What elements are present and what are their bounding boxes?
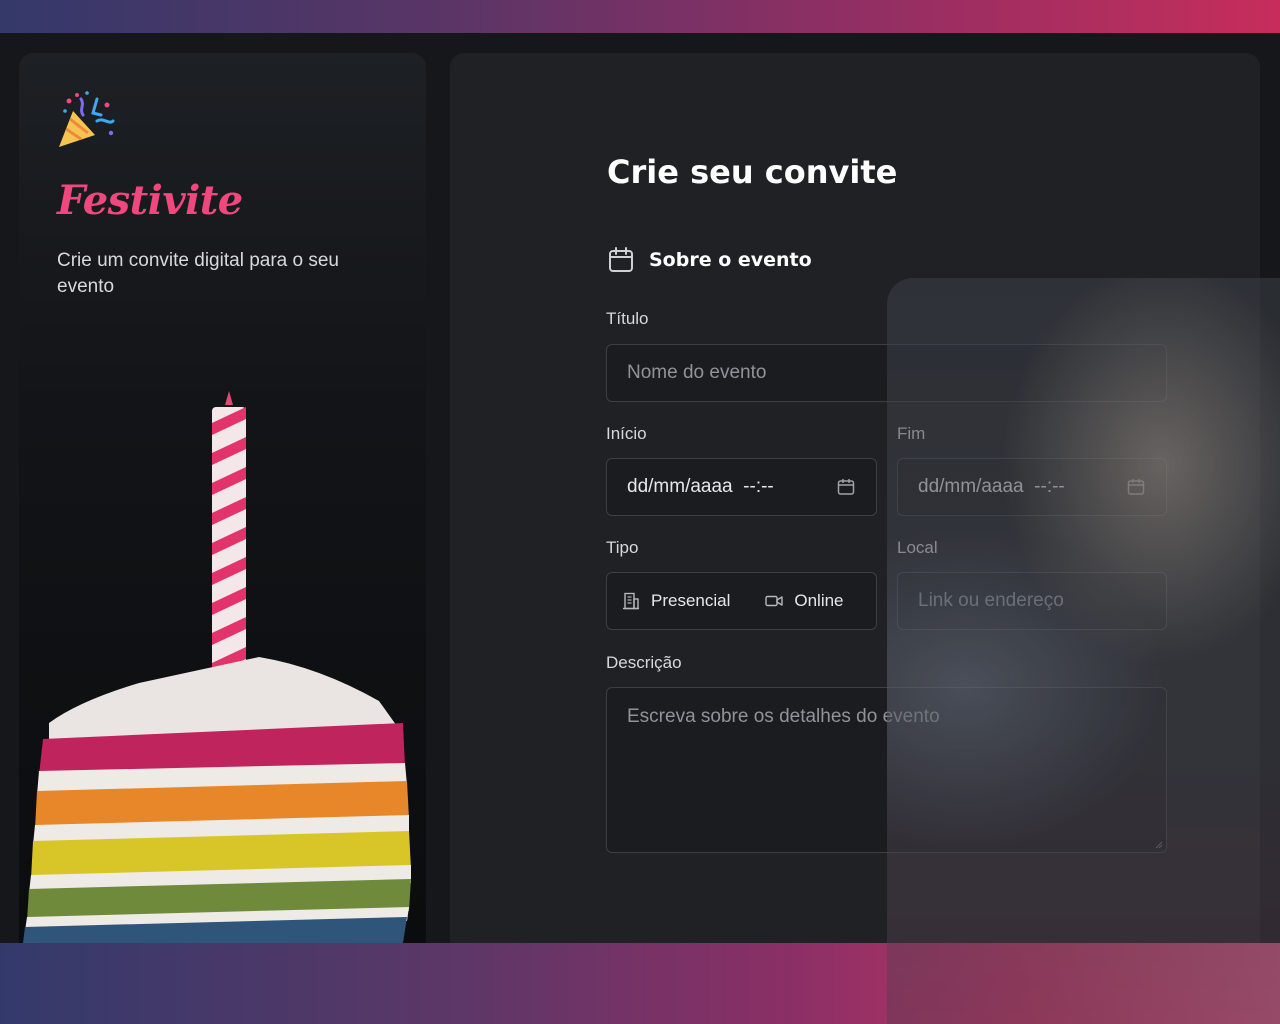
- brand-name: Festivite: [57, 177, 243, 224]
- section-header: Sobre o evento: [607, 246, 812, 274]
- bottom-gradient-bar: [0, 943, 1280, 1024]
- titulo-input[interactable]: Nome do evento: [606, 344, 1167, 402]
- descricao-textarea[interactable]: Escreva sobre os detalhes do evento: [606, 687, 1167, 853]
- inicio-datetime-input[interactable]: dd/mm/aaaa --:--: [606, 458, 877, 516]
- tipo-segmented-control: Presencial Online: [606, 572, 877, 630]
- building-icon: [623, 592, 639, 610]
- local-placeholder: Link ou endereço: [918, 590, 1064, 611]
- local-label: Local: [897, 538, 938, 557]
- top-gradient-bar: [0, 0, 1280, 33]
- tipo-option-online[interactable]: Online: [764, 591, 844, 611]
- inicio-label: Início: [606, 424, 647, 443]
- fim-datetime-input[interactable]: dd/mm/aaaa --:--: [897, 458, 1167, 516]
- page-title: Crie seu convite: [607, 153, 898, 191]
- local-input[interactable]: Link ou endereço: [897, 572, 1167, 630]
- calendar-icon[interactable]: [836, 477, 856, 497]
- titulo-placeholder: Nome do evento: [627, 362, 767, 383]
- inicio-value: dd/mm/aaaa --:--: [627, 476, 774, 497]
- titulo-label: Título: [606, 309, 649, 328]
- calendar-icon: [609, 247, 633, 272]
- party-popper-icon: [59, 91, 115, 147]
- cake-image: [23, 391, 411, 943]
- descricao-placeholder: Escreva sobre os detalhes do evento: [627, 706, 940, 727]
- tipo-option-label: Online: [794, 591, 844, 610]
- tipo-option-presencial[interactable]: Presencial: [621, 591, 730, 611]
- tagline: Crie um convite digital para o seu event…: [57, 250, 339, 297]
- resize-grip-icon[interactable]: [1155, 841, 1163, 849]
- video-camera-icon: [765, 595, 784, 607]
- tipo-option-label: Presencial: [651, 591, 731, 610]
- sidebar: Festivite Crie um convite digital para o…: [19, 53, 426, 943]
- section-label: Sobre o evento: [649, 249, 812, 271]
- descricao-label: Descrição: [606, 653, 682, 672]
- calendar-icon[interactable]: [1126, 477, 1146, 497]
- fim-label: Fim: [897, 424, 926, 443]
- tipo-label: Tipo: [606, 538, 639, 557]
- fim-value: dd/mm/aaaa --:--: [918, 476, 1065, 497]
